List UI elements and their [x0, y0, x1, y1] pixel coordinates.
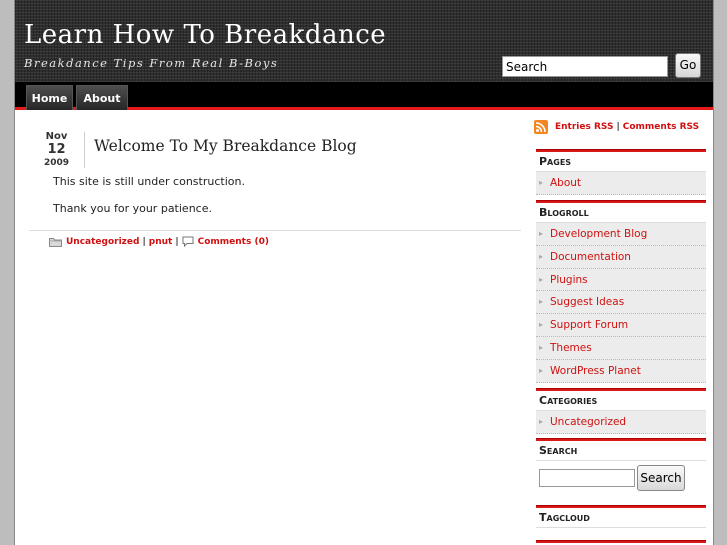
entries-rss-link[interactable]: Entries RSS: [555, 122, 613, 132]
rss-separator: |: [616, 122, 620, 132]
site-title[interactable]: Learn How To Breakdance: [24, 20, 386, 50]
sidebar-item-wordpress-planet[interactable]: ▸ WordPress Planet: [536, 359, 706, 383]
meta-separator: |: [175, 236, 179, 247]
widget-title: Tagcloud: [536, 508, 706, 528]
chevron-right-icon: ▸: [539, 417, 544, 426]
sidebar-item-themes[interactable]: ▸ Themes: [536, 336, 706, 360]
rss-links: Entries RSS | Comments RSS: [534, 119, 699, 135]
post-divider: [29, 230, 521, 231]
sidebar-item-label[interactable]: Development Blog: [550, 228, 647, 240]
chevron-right-icon: ▸: [539, 297, 544, 307]
sidebar: Entries RSS | Comments RSS Pages ▸ About …: [534, 112, 706, 545]
sidebar-search-button[interactable]: Search: [637, 465, 685, 491]
header-search-input[interactable]: [502, 56, 668, 77]
sidebar-item-label[interactable]: About: [550, 177, 581, 189]
widget-bar: [536, 540, 706, 543]
folder-icon: [49, 237, 62, 247]
sidebar-item-label[interactable]: Themes: [550, 342, 592, 354]
sidebar-search-input[interactable]: [539, 469, 635, 487]
post-date-day: 12: [47, 142, 66, 157]
sidebar-item-label[interactable]: Uncategorized: [550, 416, 626, 428]
categories-list: ▸ Uncategorized: [536, 411, 706, 434]
chevron-right-icon: ▸: [539, 178, 544, 187]
chevron-right-icon: ▸: [539, 274, 544, 284]
meta-separator: |: [142, 236, 146, 247]
go-button[interactable]: Go: [675, 53, 701, 78]
site-description: Breakdance Tips From Real B-Boys: [24, 56, 279, 70]
sidebar-item-label[interactable]: Plugins: [550, 274, 588, 286]
chevron-right-icon: ▸: [539, 365, 544, 375]
chevron-right-icon: ▸: [539, 342, 544, 352]
chevron-right-icon: ▸: [539, 251, 544, 261]
sidebar-item-about[interactable]: ▸ About: [536, 172, 706, 195]
post-paragraph: This site is still under construction.: [53, 175, 245, 188]
site-header: Learn How To Breakdance Breakdance Tips …: [15, 0, 713, 82]
sidebar-item-label[interactable]: WordPress Planet: [550, 365, 641, 377]
post-title[interactable]: Welcome To My Breakdance Blog: [94, 137, 357, 155]
sidebar-item-development-blog[interactable]: ▸ Development Blog: [536, 223, 706, 246]
category-link[interactable]: Uncategorized: [66, 237, 139, 247]
chevron-right-icon: ▸: [539, 320, 544, 330]
sidebar-item-plugins[interactable]: ▸ Plugins: [536, 268, 706, 292]
widget-title: Search: [536, 441, 706, 461]
sidebar-item-suggest-ideas[interactable]: ▸ Suggest Ideas: [536, 291, 706, 315]
main-nav: Home About: [15, 82, 713, 110]
search-widget: Search Search: [536, 438, 706, 500]
rss-feed-icon[interactable]: [534, 120, 548, 134]
date-divider: [84, 132, 85, 168]
next-widget: [536, 540, 706, 543]
post-paragraph: Thank you for your patience.: [53, 202, 212, 215]
widget-title: Categories: [536, 391, 706, 411]
chevron-right-icon: ▸: [539, 229, 544, 238]
sidebar-item-uncategorized[interactable]: ▸ Uncategorized: [536, 411, 706, 434]
blogroll-widget: Blogroll ▸ Development Blog ▸ Documentatio…: [536, 200, 706, 383]
sidebar-item-label[interactable]: Documentation: [550, 251, 631, 263]
comments-rss-link[interactable]: Comments RSS: [623, 122, 699, 132]
post-meta: Uncategorized | pnut | Comments (0): [49, 236, 269, 248]
page-frame: Learn How To Breakdance Breakdance Tips …: [14, 0, 714, 545]
tab-home[interactable]: Home: [26, 85, 73, 110]
tagcloud-widget: Tagcloud: [536, 505, 706, 528]
categories-widget: Categories ▸ Uncategorized: [536, 388, 706, 434]
sidebar-item-documentation[interactable]: ▸ Documentation: [536, 245, 706, 269]
pages-widget: Pages ▸ About: [536, 149, 706, 195]
blogroll-list: ▸ Development Blog ▸ Documentation ▸ Plugin…: [536, 223, 706, 383]
comment-bubble-icon: [182, 236, 194, 248]
post-date-year: 2009: [43, 158, 70, 168]
main-content: Nov 12 2009 Welcome To My Breakdance Blo…: [29, 112, 521, 545]
author-link[interactable]: pnut: [149, 237, 173, 247]
pages-list: ▸ About: [536, 172, 706, 195]
search-form: Search: [536, 461, 706, 497]
comments-link[interactable]: Comments (0): [198, 237, 269, 247]
widget-title: Blogroll: [536, 203, 706, 223]
post-date: Nov 12 2009: [43, 131, 70, 169]
widget-title: Pages: [536, 152, 706, 172]
sidebar-item-support-forum[interactable]: ▸ Support Forum: [536, 314, 706, 337]
sidebar-item-label[interactable]: Suggest Ideas: [550, 296, 624, 308]
tab-about[interactable]: About: [76, 85, 128, 110]
sidebar-item-label[interactable]: Support Forum: [550, 319, 628, 331]
